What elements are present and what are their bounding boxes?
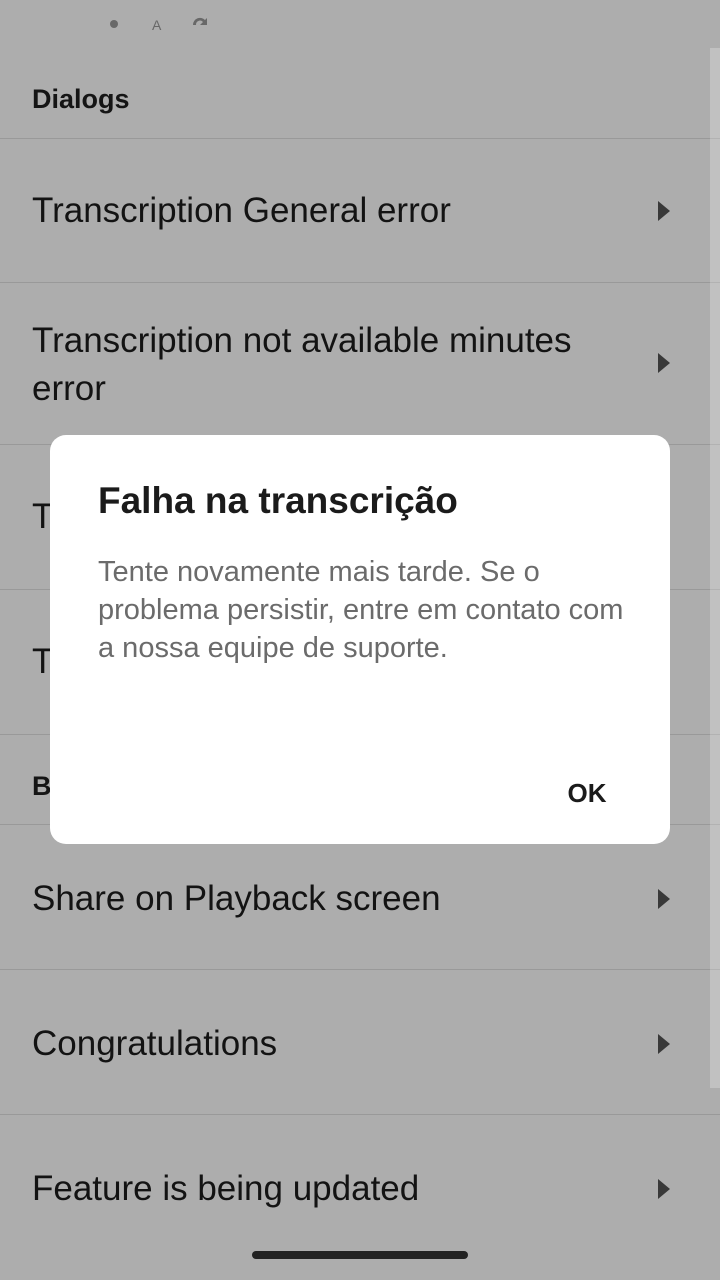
ok-button[interactable]: OK xyxy=(552,771,622,815)
error-dialog: Falha na transcrição Tente novamente mai… xyxy=(50,435,670,844)
scrollbar[interactable] xyxy=(710,48,720,1088)
dialog-title: Falha na transcrição xyxy=(98,480,458,521)
dialog-message: Tente novamente mais tarde. Se o problem… xyxy=(98,556,624,664)
home-indicator[interactable] xyxy=(252,1251,468,1259)
